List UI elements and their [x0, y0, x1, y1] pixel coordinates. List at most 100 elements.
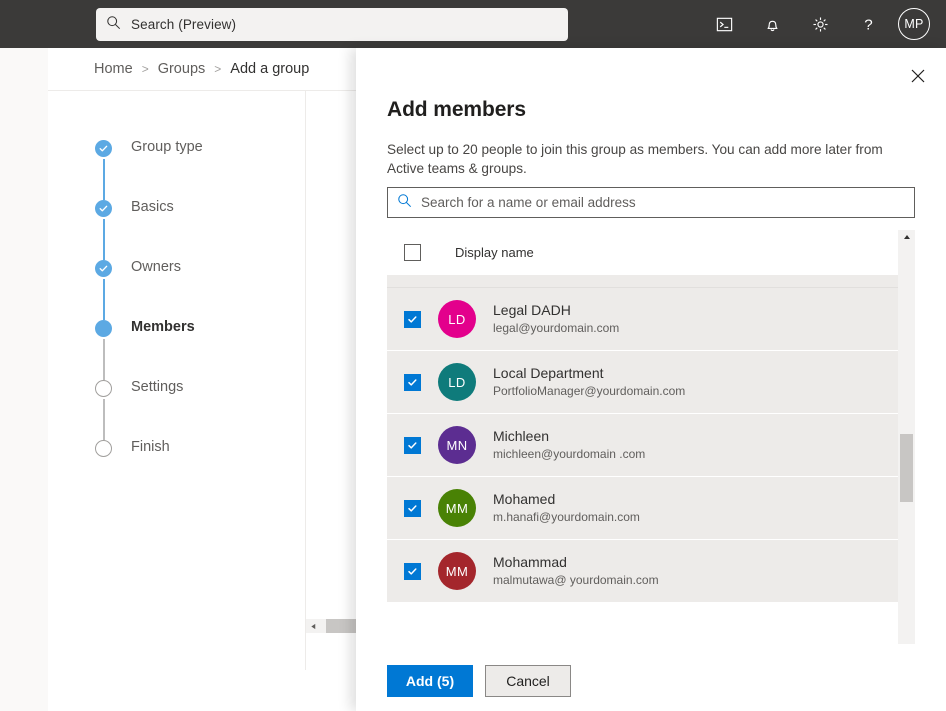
members-list-body: LD Legal DADH legal@yourdomain.com LD Lo… [387, 276, 898, 621]
row-display-name: Mohamed [493, 491, 556, 507]
avatar: MM [438, 489, 476, 527]
avatar: LD [438, 300, 476, 338]
row-checkbox[interactable] [404, 436, 421, 454]
select-all-checkbox[interactable] [404, 244, 421, 261]
avatar-initials: MN [446, 437, 468, 453]
row-display-name: Mohammad [493, 554, 567, 570]
avatar-initials: LD [448, 311, 466, 327]
wizard-connector-line [103, 279, 105, 320]
app-root: Search (Preview) ? MP Home > Groups > Ad… [0, 0, 946, 711]
row-text: Mohammad malmutawa@ yourdomain.com [493, 554, 659, 588]
wizard-step-settings[interactable]: Settings [95, 378, 285, 440]
column-header-display-name: Display name [455, 245, 534, 260]
global-search-input[interactable]: Search (Preview) [96, 8, 568, 41]
wizard-connector-line [103, 219, 105, 260]
scroll-left-arrow-icon[interactable] [306, 619, 320, 633]
wizard-step-marker [95, 320, 112, 380]
breadcrumb-separator-icon: > [214, 62, 222, 76]
notifications-bell-icon[interactable] [748, 0, 796, 48]
table-row[interactable]: LD Legal DADH legal@yourdomain.com [387, 288, 898, 351]
row-text: Local Department PortfolioManager@yourdo… [493, 365, 685, 399]
row-display-name: Michleen [493, 428, 550, 444]
wizard-step-group-type[interactable]: Group type [95, 138, 285, 200]
wizard-step-finish[interactable]: Finish [95, 438, 285, 498]
members-list-header: Display name [387, 230, 898, 276]
table-row[interactable]: MN Michleen michleen@yourdomain .com [387, 414, 898, 477]
table-row-partial[interactable] [387, 276, 898, 288]
wizard-connector-line [103, 339, 105, 380]
wizard-step-label: Group type [131, 139, 203, 155]
wizard-step-owners[interactable]: Owners [95, 258, 285, 320]
panel-footer: Add (5) Cancel [387, 665, 571, 697]
breadcrumb-separator-icon: > [141, 62, 149, 76]
row-checkbox[interactable] [404, 499, 421, 517]
row-checkbox[interactable] [404, 373, 421, 391]
wizard-step-marker [95, 140, 112, 200]
avatar: MM [438, 552, 476, 590]
step-complete-check-icon [95, 260, 112, 277]
breadcrumb: Home > Groups > Add a group [94, 61, 309, 77]
avatar: LD [438, 363, 476, 401]
wizard-step-marker [95, 200, 112, 260]
top-bar-icon-group: ? MP [700, 0, 938, 48]
wizard-step-label: Basics [131, 199, 174, 215]
user-avatar[interactable]: MP [898, 8, 930, 40]
row-email: m.hanafi@yourdomain.com [493, 510, 640, 524]
close-icon[interactable] [902, 60, 934, 92]
breadcrumb-item-add-a-group: Add a group [230, 61, 310, 77]
avatar-initials: MM [445, 563, 469, 579]
wizard-step-label: Members [131, 319, 195, 335]
members-list-scrollbar[interactable] [898, 230, 915, 644]
row-text: Michleen michleen@yourdomain .com [493, 428, 645, 462]
member-search-placeholder: Search for a name or email address [421, 195, 636, 210]
wizard-step-label: Owners [131, 259, 181, 275]
page-title: Add members [387, 98, 526, 121]
wizard-connector-line [103, 399, 105, 440]
step-complete-check-icon [95, 140, 112, 157]
row-email: malmutawa@ yourdomain.com [493, 573, 659, 587]
table-row[interactable]: MM Mohamed m.hanafi@yourdomain.com [387, 477, 898, 540]
scrollbar-thumb[interactable] [900, 434, 913, 502]
member-search-input[interactable]: Search for a name or email address [387, 187, 915, 218]
row-email: michleen@yourdomain .com [493, 447, 646, 461]
top-command-bar: Search (Preview) ? MP [0, 0, 946, 48]
wizard-step-members[interactable]: Members [95, 318, 285, 380]
scroll-up-arrow-icon[interactable] [898, 230, 915, 244]
wizard-step-basics[interactable]: Basics [95, 198, 285, 260]
row-display-name: Legal DADH [493, 302, 571, 318]
step-pending-circle-icon [95, 380, 112, 397]
add-button[interactable]: Add (5) [387, 665, 473, 697]
breadcrumb-item-home[interactable]: Home [94, 61, 133, 77]
user-avatar-initials: MP [904, 17, 924, 31]
wizard-step-marker [95, 440, 112, 457]
page-vertical-divider [305, 90, 306, 670]
cancel-button[interactable]: Cancel [485, 665, 571, 697]
svg-text:?: ? [864, 16, 872, 33]
breadcrumb-item-groups[interactable]: Groups [158, 61, 206, 77]
row-text: Mohamed m.hanafi@yourdomain.com [493, 491, 640, 525]
table-row[interactable]: LD Local Department PortfolioManager@you… [387, 351, 898, 414]
search-icon [397, 193, 412, 213]
global-search-placeholder: Search (Preview) [131, 17, 237, 32]
wizard-step-marker [95, 380, 112, 440]
row-checkbox[interactable] [404, 562, 421, 580]
search-icon [106, 15, 121, 35]
wizard-step-list: Group type Basics Owners Members Setting… [95, 138, 285, 498]
row-display-name: Local Department [493, 365, 604, 381]
cloud-shell-icon[interactable] [700, 0, 748, 48]
table-row[interactable]: MM Mohammad malmutawa@ yourdomain.com [387, 540, 898, 603]
wizard-step-label: Finish [131, 439, 170, 455]
avatar-initials: LD [448, 374, 466, 390]
wizard-connector-line [103, 159, 105, 200]
avatar-initials: MM [445, 500, 469, 516]
panel-description: Select up to 20 people to join this grou… [387, 142, 883, 176]
help-question-icon[interactable]: ? [844, 0, 892, 48]
row-checkbox[interactable] [404, 310, 421, 328]
step-complete-check-icon [95, 200, 112, 217]
avatar: MN [438, 426, 476, 464]
row-text: Legal DADH legal@yourdomain.com [493, 302, 619, 336]
row-email: legal@yourdomain.com [493, 321, 620, 335]
add-members-panel: Add members Select up to 20 people to jo… [356, 48, 946, 711]
settings-gear-icon[interactable] [796, 0, 844, 48]
scrollbar-track[interactable] [898, 244, 915, 644]
